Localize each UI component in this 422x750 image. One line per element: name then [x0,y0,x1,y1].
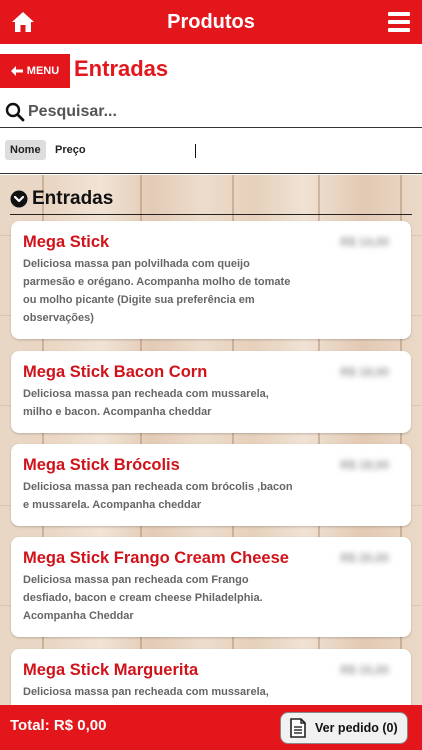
hamburger-icon [388,12,410,16]
search-input[interactable] [28,102,408,121]
product-price: R$ 20,00 [340,551,389,565]
view-order-button[interactable]: Ver pedido (0) [280,712,408,744]
back-to-menu-button[interactable]: MENU [0,54,70,88]
product-card[interactable]: Mega Stick Frango Cream Cheese Deliciosa… [11,537,411,637]
product-card[interactable]: Mega Stick Deliciosa massa pan polvilhad… [11,221,411,339]
hamburger-menu-button[interactable] [388,12,410,32]
sort-by-name-button[interactable]: Nome [5,140,46,160]
product-price: R$ 18,00 [340,365,389,379]
subheader: MENU Entradas [0,52,422,92]
top-bar: Produtos [0,0,422,44]
product-description: Deliciosa massa pan recheada com mussare… [23,686,269,705]
section-heading: Entradas [74,56,169,81]
search-bar [0,96,422,128]
product-description: Deliciosa massa pan recheada com Frango … [23,574,263,622]
back-button-label: MENU [26,65,60,77]
product-list-area[interactable]: Entradas Mega Stick Deliciosa massa pan … [0,175,422,705]
chevron-down-circle-icon [10,190,28,207]
text-cursor [195,144,196,158]
home-icon [12,12,34,32]
category-title: Entradas [32,187,114,209]
product-price: R$ 18,00 [340,458,389,472]
order-total: Total: R$ 0,00 [10,717,107,734]
search-icon [5,102,25,121]
product-description: Deliciosa massa pan recheada com mussare… [23,388,269,418]
product-description: Deliciosa massa pan recheada com brócoli… [23,481,293,511]
view-order-label: Ver pedido (0) [315,721,398,735]
page-title: Produtos [167,10,255,33]
arrow-left-icon [10,66,23,76]
category-header[interactable]: Entradas [10,183,412,215]
product-card[interactable]: Mega Stick Marguerita Deliciosa massa pa… [11,649,411,705]
product-price: R$ 14,00 [340,235,389,249]
sort-by-price-button[interactable]: Preço [55,144,86,156]
home-button[interactable] [10,10,36,34]
product-description: Deliciosa massa pan polvilhada com queij… [23,258,291,324]
product-card[interactable]: Mega Stick Bacon Corn Deliciosa massa pa… [11,351,411,433]
sort-options: Nome Preço [0,132,422,174]
product-card[interactable]: Mega Stick Brócolis Deliciosa massa pan … [11,444,411,526]
product-price: R$ 15,00 [340,663,389,677]
footer-bar: Total: R$ 0,00 Ver pedido (0) [0,705,422,750]
document-icon [290,718,306,738]
